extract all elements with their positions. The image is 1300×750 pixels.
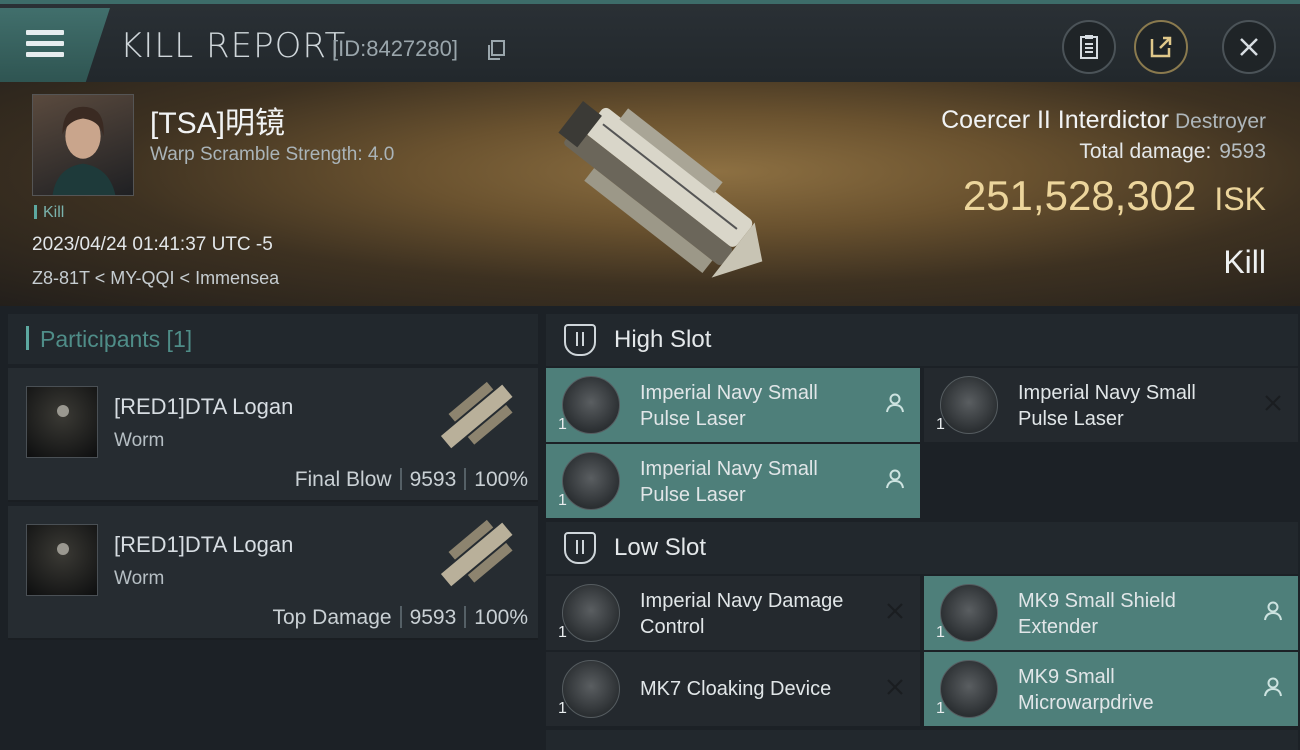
- high-slot-label: High Slot: [614, 326, 712, 353]
- module-name: MK9 Small Microwarpdrive: [1018, 666, 1154, 714]
- module-item[interactable]: 1 Imperial Navy Damage Control: [546, 576, 920, 650]
- high-slot-icon: [564, 324, 596, 356]
- module-qty: 1: [558, 700, 567, 717]
- ship-name: Coercer II Interdictor: [941, 106, 1169, 134]
- clipboard-button[interactable]: [1062, 20, 1116, 74]
- participant-card[interactable]: [RED1]DTA Logan Worm Top Damage 9593 100%: [8, 506, 538, 640]
- kill-location: Z8-81T < MY-QQI < Immensea: [32, 268, 280, 288]
- participant-name: [RED1]DTA Logan: [114, 532, 294, 557]
- module-name: Imperial Navy Damage Control: [640, 590, 844, 638]
- pulse-laser-icon: [940, 376, 998, 434]
- module-item[interactable]: 1 MK7 Cloaking Device: [546, 652, 920, 726]
- person-icon: [1264, 677, 1282, 697]
- cloaking-device-icon: [562, 660, 620, 718]
- page-title: KILL REPORT: [120, 26, 347, 66]
- pulse-laser-icon: [562, 376, 620, 434]
- header-accent: [26, 326, 29, 350]
- participants-title: Participants [1]: [40, 326, 193, 352]
- module-name: MK9 Small Shield Extender: [1018, 590, 1176, 638]
- portrait-image: [52, 106, 116, 195]
- kill-result: Kill: [1223, 244, 1266, 280]
- module-qty: 1: [936, 416, 945, 433]
- isk-amount: 251,528,302: [962, 172, 1197, 219]
- victim-portrait[interactable]: [32, 94, 134, 196]
- share-icon: [1150, 36, 1172, 58]
- module-qty: 1: [558, 416, 567, 433]
- participant-ship: Worm: [114, 568, 165, 589]
- kill-tag: Kill: [34, 204, 64, 222]
- participant-avatar: [26, 524, 98, 596]
- module-item[interactable]: 1 Imperial Navy Small Pulse Laser: [546, 368, 920, 442]
- participant-stats: Final Blow 9593 100%: [295, 468, 528, 492]
- microwarpdrive-icon: [940, 660, 998, 718]
- isk-unit: ISK: [1214, 181, 1266, 217]
- participant-role: Top Damage: [272, 606, 392, 629]
- module-item[interactable]: 1 MK9 Small Microwarpdrive: [924, 652, 1298, 726]
- close-button[interactable]: [1222, 20, 1276, 74]
- person-icon: [886, 469, 904, 489]
- participant-ship-image: [440, 519, 513, 587]
- low-slot-label: Low Slot: [614, 534, 707, 561]
- victim-name: [TSA]明镜: [150, 107, 286, 140]
- person-icon: [886, 393, 904, 413]
- total-damage-value: 9593: [1219, 140, 1266, 163]
- clipboard-icon: [1080, 35, 1098, 59]
- victim-ship: Coercer II Interdictor Destroyer: [941, 106, 1266, 135]
- person-icon: [1264, 601, 1282, 621]
- module-name: Imperial Navy Small Pulse Laser: [640, 382, 818, 430]
- low-slot-header: Low Slot: [546, 522, 1298, 574]
- shield-extender-icon: [940, 584, 998, 642]
- mid-slot-header-partial: [546, 730, 1298, 750]
- participant-ship-image: [440, 381, 513, 449]
- report-id: [ID:8427280]: [332, 36, 458, 61]
- module-item[interactable]: 1 MK9 Small Shield Extender: [924, 576, 1298, 650]
- menu-button[interactable]: [0, 8, 110, 82]
- module-name: MK7 Cloaking Device: [640, 678, 832, 700]
- participant-percent: 100%: [474, 468, 528, 491]
- ship-class: Destroyer: [1174, 110, 1266, 133]
- participants-header[interactable]: Participants [1]: [8, 314, 538, 364]
- participant-damage: 9593: [409, 606, 457, 629]
- participant-role: Final Blow: [294, 468, 392, 491]
- kill-summary: [TSA]明镜 Warp Scramble Strength: 4.0 Kill…: [0, 82, 1300, 306]
- module-name: Imperial Navy Small Pulse Laser: [640, 458, 818, 506]
- kill-datetime: 2023/04/24 01:41:37 UTC -5: [32, 234, 273, 255]
- low-slot-icon: [564, 532, 596, 564]
- hamburger-icon: [26, 30, 64, 60]
- share-button[interactable]: [1134, 20, 1188, 74]
- participant-percent: 100%: [474, 606, 528, 629]
- destroyed-icon: [1265, 395, 1281, 411]
- copy-icon[interactable]: [488, 40, 506, 60]
- warp-scramble-strength: Warp Scramble Strength: 4.0: [150, 144, 395, 165]
- close-icon: [1240, 38, 1258, 56]
- high-slot-header: High Slot: [546, 314, 1298, 366]
- module-item[interactable]: 1 Imperial Navy Small Pulse Laser: [546, 444, 920, 518]
- victim-ship-image: [558, 101, 763, 278]
- top-bar: KILL REPORT [ID:8427280]: [0, 0, 1300, 82]
- participant-avatar: [26, 386, 98, 458]
- total-damage-label: Total damage:: [1079, 140, 1212, 163]
- module-qty: 1: [936, 700, 945, 717]
- destroyed-icon: [887, 679, 903, 695]
- module-name: Imperial Navy Small Pulse Laser: [1018, 382, 1196, 430]
- participant-stats: Top Damage 9593 100%: [272, 606, 528, 630]
- module-qty: 1: [558, 624, 567, 641]
- module-item[interactable]: 1 Imperial Navy Small Pulse Laser: [924, 368, 1298, 442]
- pulse-laser-icon: [562, 452, 620, 510]
- participant-damage: 9593: [409, 468, 457, 491]
- participant-ship: Worm: [114, 430, 165, 451]
- module-qty: 1: [558, 492, 567, 509]
- destroyed-icon: [887, 603, 903, 619]
- module-qty: 1: [936, 624, 945, 641]
- participant-name: [RED1]DTA Logan: [114, 394, 294, 419]
- participant-card[interactable]: [RED1]DTA Logan Worm Final Blow 9593 100%: [8, 368, 538, 502]
- damage-control-icon: [562, 584, 620, 642]
- isk-value: 251,528,302 ISK: [963, 172, 1266, 220]
- total-damage: Total damage: 9593: [1079, 140, 1266, 164]
